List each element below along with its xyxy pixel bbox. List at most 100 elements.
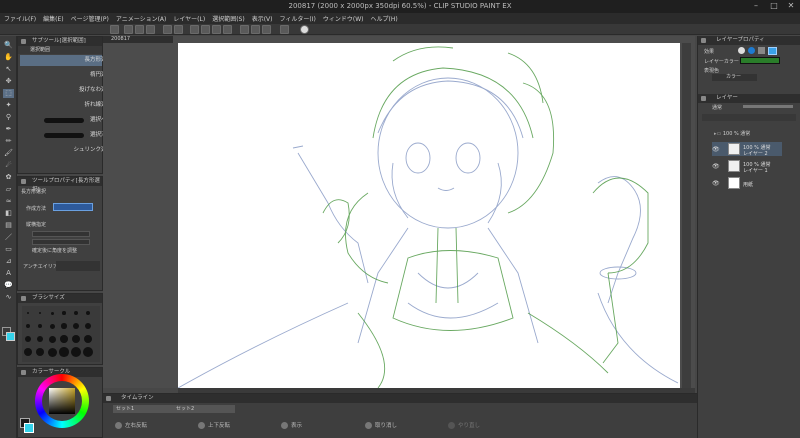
panel-menu-icon[interactable] bbox=[21, 39, 26, 44]
brush-size-preset[interactable] bbox=[73, 323, 79, 329]
brush-size-preset[interactable] bbox=[84, 322, 92, 330]
text-tool-icon[interactable]: A bbox=[3, 269, 14, 278]
menu-selection[interactable]: 選択範囲(S) bbox=[212, 14, 245, 23]
panel-menu-icon[interactable] bbox=[701, 96, 706, 101]
visibility-eye-icon[interactable]: 👁 bbox=[712, 163, 720, 170]
blend-mode-select[interactable]: 通常 bbox=[712, 104, 722, 111]
menu-help[interactable]: ヘルプ(H) bbox=[370, 14, 397, 23]
layer-row-paper[interactable]: 👁 用紙 bbox=[712, 176, 782, 190]
save-icon[interactable] bbox=[146, 25, 155, 34]
correct-line-tool-icon[interactable]: ∿ bbox=[3, 293, 14, 302]
extract-line-icon[interactable] bbox=[758, 47, 765, 54]
panel-menu-icon[interactable] bbox=[21, 179, 26, 184]
brush-size-preset[interactable] bbox=[26, 324, 30, 328]
antialias-selector[interactable] bbox=[56, 261, 100, 271]
pen-tool-icon[interactable]: ✒ bbox=[3, 125, 14, 134]
menu-edit[interactable]: 編集(E) bbox=[43, 14, 63, 23]
layer-row-1[interactable]: 👁 100 % 通常 レイヤー 1 bbox=[712, 159, 782, 174]
menu-page[interactable]: ページ管理(P) bbox=[71, 14, 109, 23]
deselect-icon[interactable] bbox=[212, 25, 221, 34]
brush-size-grid[interactable] bbox=[22, 306, 100, 362]
brush-size-preset[interactable] bbox=[35, 347, 45, 357]
panel-menu-icon[interactable] bbox=[21, 370, 26, 375]
border-effect-icon[interactable] bbox=[738, 47, 745, 54]
visibility-eye-icon[interactable]: 👁 bbox=[712, 180, 720, 187]
eraser-tool-icon[interactable]: ▱ bbox=[3, 185, 14, 194]
menu-animation[interactable]: アニメーション(A) bbox=[116, 14, 167, 23]
decoration-tool-icon[interactable]: ✿ bbox=[3, 173, 14, 182]
airbrush-tool-icon[interactable]: ☄ bbox=[3, 161, 14, 170]
help-icon[interactable] bbox=[300, 25, 309, 34]
canvas[interactable] bbox=[177, 43, 680, 389]
canvas-vertical-scrollbar[interactable] bbox=[682, 43, 691, 388]
panel-menu-icon[interactable] bbox=[701, 38, 706, 43]
pencil-tool-icon[interactable]: ✏ bbox=[3, 137, 14, 146]
close-button[interactable]: ✕ bbox=[783, 1, 799, 11]
menu-file[interactable]: ファイル(F) bbox=[4, 14, 36, 23]
transform-icon[interactable] bbox=[201, 25, 210, 34]
layer-color-effect-icon[interactable] bbox=[768, 47, 777, 55]
redo-button[interactable]: やり直し bbox=[448, 421, 480, 429]
panel-menu-icon[interactable] bbox=[106, 396, 111, 401]
menu-layer[interactable]: レイヤー(L) bbox=[173, 14, 205, 23]
figure-tool-icon[interactable]: ／ bbox=[3, 233, 14, 242]
saturation-value-square[interactable] bbox=[49, 388, 75, 414]
maximize-button[interactable]: □ bbox=[766, 1, 782, 11]
undo-button[interactable]: 取り消し bbox=[365, 421, 397, 429]
brush-size-preset[interactable] bbox=[48, 335, 56, 343]
layer-color-swatch[interactable] bbox=[740, 57, 780, 64]
brush-size-preset[interactable] bbox=[50, 311, 54, 315]
brush-size-preset[interactable] bbox=[83, 334, 93, 344]
snap-grid-icon[interactable] bbox=[251, 25, 260, 34]
new-file-icon[interactable] bbox=[124, 25, 133, 34]
brush-size-preset[interactable] bbox=[24, 348, 32, 356]
main-color-chip[interactable] bbox=[6, 332, 15, 341]
flip-vertical-button[interactable]: 上下反転 bbox=[198, 421, 230, 429]
creation-method-buttons[interactable] bbox=[53, 203, 93, 211]
eyedropper-tool-icon[interactable]: ⚲ bbox=[3, 113, 14, 122]
menu-window[interactable]: ウィンドウ(W) bbox=[323, 14, 364, 23]
aspect-height-field[interactable] bbox=[32, 239, 90, 245]
brush-size-preset[interactable] bbox=[60, 335, 68, 343]
operation-tool-icon[interactable]: ↖ bbox=[3, 65, 14, 74]
flip-horizontal-button[interactable]: 左右反転 bbox=[115, 421, 147, 429]
selection-tool-icon[interactable]: ⬚ bbox=[3, 89, 14, 98]
brush-size-preset[interactable] bbox=[72, 335, 80, 343]
brush-size-preset[interactable] bbox=[82, 346, 94, 358]
brush-size-preset[interactable] bbox=[85, 310, 91, 316]
invert-selection-icon[interactable] bbox=[223, 25, 232, 34]
main-color-swatch[interactable] bbox=[24, 423, 34, 433]
tone-effect-icon[interactable] bbox=[748, 47, 755, 54]
brush-size-preset[interactable] bbox=[47, 347, 57, 357]
expression-color-select[interactable]: カラー bbox=[712, 74, 757, 81]
undo-icon[interactable] bbox=[163, 25, 172, 34]
brush-size-preset[interactable] bbox=[59, 347, 69, 357]
document-tab[interactable]: 200817 bbox=[103, 36, 173, 43]
minimize-button[interactable]: – bbox=[748, 1, 764, 11]
track-set-1[interactable]: セット1 bbox=[113, 405, 175, 413]
brush-size-preset[interactable] bbox=[38, 311, 42, 315]
brush-size-preset[interactable] bbox=[62, 311, 66, 315]
blend-tool-icon[interactable]: ≈ bbox=[3, 197, 14, 206]
frame-tool-icon[interactable]: ▭ bbox=[3, 245, 14, 254]
brush-size-preset[interactable] bbox=[37, 323, 43, 329]
ruler-tool-icon[interactable]: ⊿ bbox=[3, 257, 14, 266]
move-tool-icon[interactable]: ✋ bbox=[3, 53, 14, 62]
brush-size-preset[interactable] bbox=[27, 312, 29, 314]
clip-studio-assets-icon[interactable] bbox=[280, 25, 289, 34]
gradient-tool-icon[interactable]: ▤ bbox=[3, 221, 14, 230]
fill-tool-icon[interactable]: ◧ bbox=[3, 209, 14, 218]
clip-studio-icon[interactable] bbox=[110, 25, 119, 34]
menu-view[interactable]: 表示(V) bbox=[252, 14, 273, 23]
aspect-width-field[interactable] bbox=[32, 231, 90, 237]
brush-size-preset[interactable] bbox=[49, 323, 55, 329]
brush-tool-icon[interactable]: 🖌 bbox=[3, 149, 14, 158]
layer-row-2[interactable]: 👁 100 % 通常 レイヤー 2 bbox=[712, 142, 782, 157]
open-file-icon[interactable] bbox=[135, 25, 144, 34]
snap-ruler-icon[interactable] bbox=[240, 25, 249, 34]
auto-select-tool-icon[interactable]: ✦ bbox=[3, 101, 14, 110]
zoom-tool-icon[interactable]: 🔍 bbox=[3, 41, 14, 50]
balloon-tool-icon[interactable]: 💬 bbox=[3, 281, 14, 290]
visibility-eye-icon[interactable]: 👁 bbox=[712, 146, 720, 153]
opacity-slider[interactable] bbox=[743, 105, 793, 108]
